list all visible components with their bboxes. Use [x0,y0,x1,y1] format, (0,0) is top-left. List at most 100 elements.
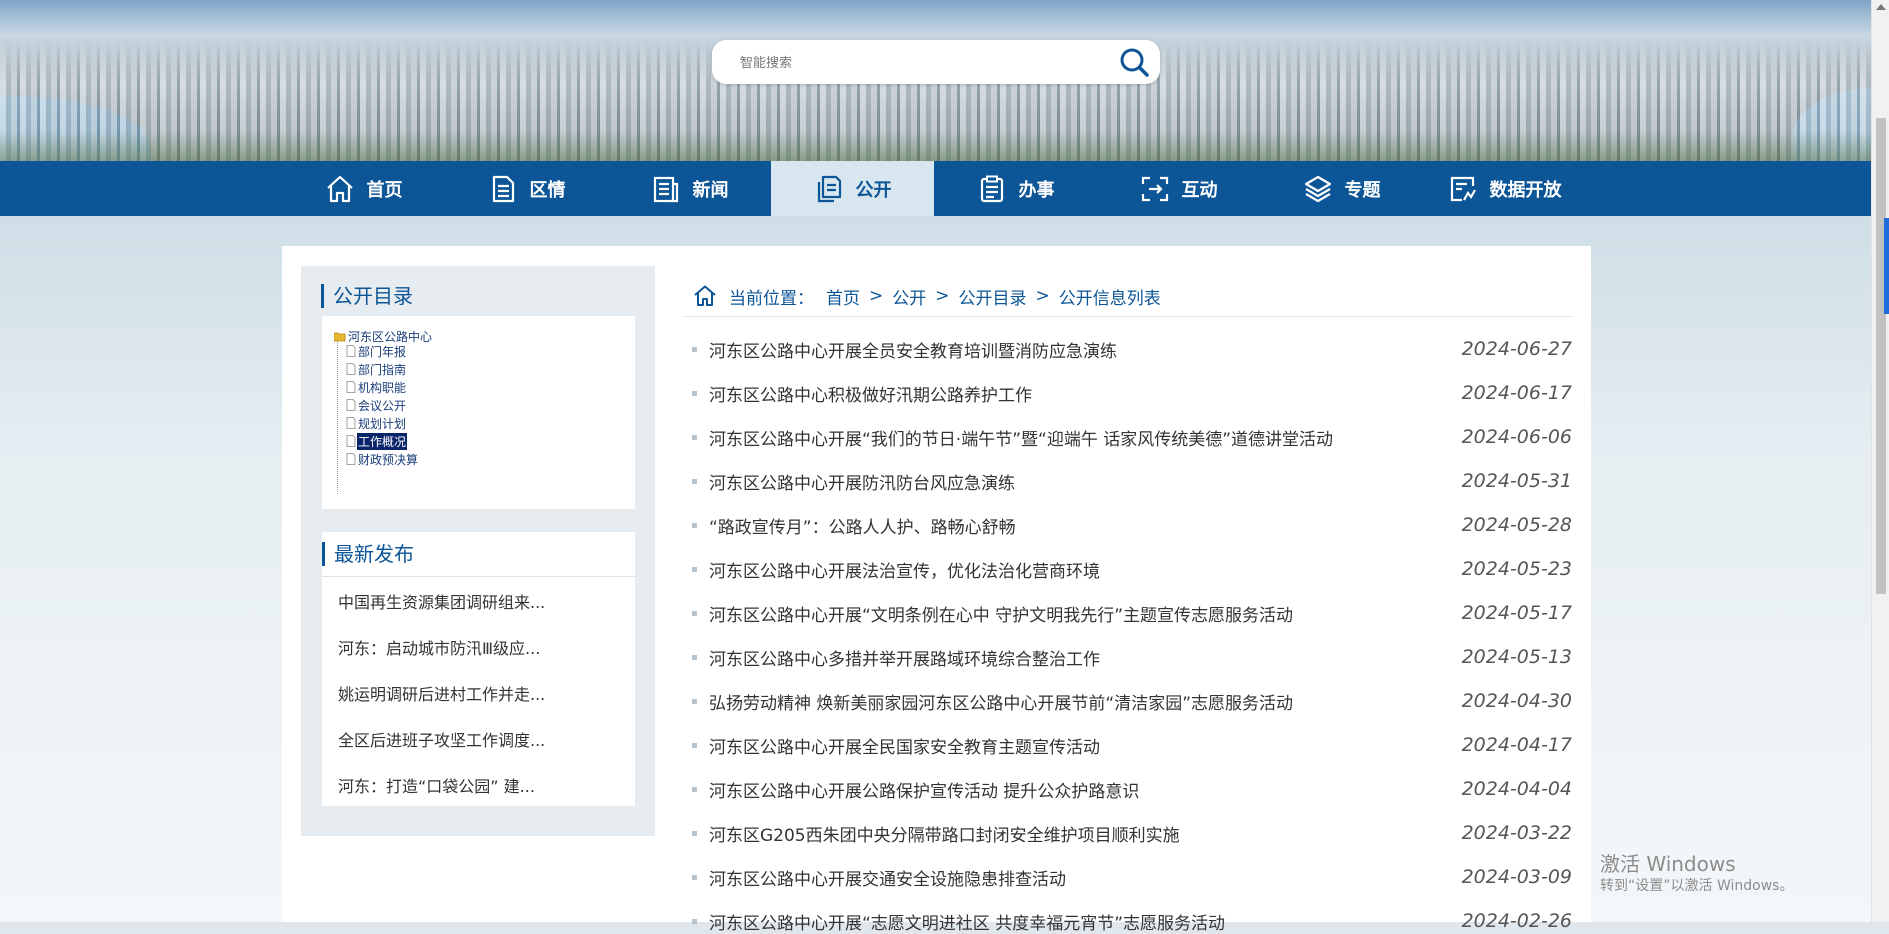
article-title[interactable]: 河东区公路中心开展法治宣传，优化法治化营商环境 [709,557,1462,582]
article-row: 河东区公路中心开展“我们的节日·端午节”暨“迎端午 话家风传统美德”道德讲堂活动… [692,425,1572,450]
document-icon [346,381,356,393]
nav-item-services[interactable]: 办事 [934,161,1097,216]
search-input[interactable] [738,48,1102,78]
article-date: 2024-06-06 [1461,426,1572,448]
article-row: 河东区公路中心积极做好汛期公路养护工作 2024-06-17 [692,381,1572,406]
nav-label: 新闻 [692,179,729,201]
bullet [692,478,697,484]
article-title[interactable]: 河东区公路中心积极做好汛期公路养护工作 [709,381,1462,406]
edge-tab[interactable] [1884,218,1889,314]
nav-item-news[interactable]: 新闻 [608,161,771,216]
bullet [692,346,697,352]
article-title[interactable]: “路政宣传月”：公路人人护、路畅心舒畅 [709,513,1462,538]
latest-item[interactable]: 全区后进班子攻坚工作调度... [338,727,545,751]
breadcrumb-catalog[interactable]: 公开目录 [959,284,1027,309]
document-icon [346,345,356,357]
article-row: 河东区公路中心开展全员安全教育培训暨消防应急演练 2024-06-27 [692,337,1572,362]
nav-item-open-data[interactable]: 数据开放 [1423,161,1586,216]
header-banner [0,0,1871,161]
nav-label: 办事 [1018,179,1055,201]
bullet [692,786,697,792]
scroll-thumb[interactable] [1876,118,1886,594]
data-chart-icon [1450,176,1476,201]
bullet [692,830,697,836]
vertical-scrollbar[interactable] [1871,0,1889,922]
bullet [692,566,697,572]
article-date: 2024-05-17 [1461,602,1572,624]
bullet [692,654,697,660]
latest-title: 最新发布 [322,542,414,566]
breadcrumb-separator: > [869,286,884,306]
article-date: 2024-04-17 [1461,734,1572,756]
nav-item-open[interactable]: 公开 [771,161,934,216]
latest-item[interactable]: 中国再生资源集团调研组来... [338,589,545,613]
news-icon [653,176,678,202]
article-row: 弘扬劳动精神 焕新美丽家园河东区公路中心开展节前“清洁家园”志愿服务活动 2024… [692,689,1572,714]
layers-icon [1304,175,1331,202]
main-nav: 首页 区情 新闻 公开 办事 互动 专题 数据开放 [0,161,1871,216]
nav-item-interaction[interactable]: 互动 [1097,161,1260,216]
article-title[interactable]: 河东区公路中心开展公路保护宣传活动 提升公众护路意识 [709,777,1462,802]
article-title[interactable]: 河东区公路中心开展“我们的节日·端午节”暨“迎端午 话家风传统美德”道德讲堂活动 [709,425,1462,450]
search-bar [712,40,1160,84]
nav-label: 互动 [1181,179,1218,201]
banner-greenery [0,131,1871,161]
breadcrumb: 当前位置： 首页 > 公开 > 公开目录 > 公开信息列表 [693,284,1161,309]
article-date: 2024-04-04 [1461,778,1572,800]
article-title[interactable]: 河东区公路中心开展防汛防台风应急演练 [709,469,1462,494]
article-row: “路政宣传月”：公路人人护、路畅心舒畅 2024-05-28 [692,513,1572,538]
article-date: 2024-03-22 [1461,822,1572,844]
nav-label: 公开 [855,179,892,201]
article-title[interactable]: 河东区公路中心多措并举开展路域环境综合整治工作 [709,645,1462,670]
scroll-up-arrow-icon[interactable] [1876,4,1886,10]
search-button[interactable] [1118,46,1150,78]
breadcrumb-current[interactable]: 公开信息列表 [1059,284,1161,309]
nav-label: 数据开放 [1489,179,1562,201]
latest-item[interactable]: 河东：打造“口袋公园” 建... [338,773,535,797]
article-row: 河东区G205西朱团中央分隔带路口封闭安全维护项目顺利实施 2024-03-22 [692,821,1572,846]
article-date: 2024-06-27 [1461,338,1572,360]
clipboard-icon [980,175,1003,202]
folder-icon [334,332,346,342]
article-title[interactable]: 河东区G205西朱团中央分隔带路口封闭安全维护项目顺利实施 [709,821,1462,846]
bullet [692,434,697,440]
nav-item-district[interactable]: 区情 [445,161,608,216]
tree-item-annual-report[interactable]: 部门年报 [346,342,407,360]
windows-watermark-subtitle: 转到“设置”以激活 Windows。 [1600,878,1794,894]
breadcrumb-prefix: 当前位置： [729,288,814,309]
tree-item-meetings[interactable]: 会议公开 [346,396,407,414]
latest-header: 最新发布 [322,532,635,577]
tree-item-label: 工作概况 [357,432,408,450]
bullet [692,698,697,704]
tree-item-budget[interactable]: 财政预决算 [346,450,419,468]
article-title[interactable]: 河东区公路中心开展全员安全教育培训暨消防应急演练 [709,337,1462,362]
article-title[interactable]: 河东区公路中心开展全民国家安全教育主题宣传活动 [709,733,1462,758]
article-date: 2024-05-23 [1461,558,1572,580]
breadcrumb-open[interactable]: 公开 [892,284,926,309]
tree-item-work-overview[interactable]: 工作概况 [346,432,408,450]
breadcrumb-home[interactable]: 首页 [826,284,860,309]
article-title[interactable]: 河东区公路中心开展“文明条例在心中 守护文明我先行”主题宣传志愿服务活动 [709,601,1462,626]
document-icon [346,417,356,429]
left-sidebar: 公开目录 河东区公路中心 部门年报 部门指南 机构职能 会议公开 规划计划 工作… [301,266,655,836]
catalog-title: 公开目录 [321,284,413,308]
article-row: 河东区公路中心多措并举开展路域环境综合整治工作 2024-05-13 [692,645,1572,670]
article-date: 2024-04-30 [1461,690,1572,712]
tree-item-guide[interactable]: 部门指南 [346,360,407,378]
nav-item-home[interactable]: 首页 [282,161,445,216]
latest-item[interactable]: 河东：启动城市防汛Ⅲ级应... [338,635,540,659]
tree-item-functions[interactable]: 机构职能 [346,378,407,396]
bullet [692,522,697,528]
article-title[interactable]: 河东区公路中心开展交通安全设施隐患排查活动 [709,865,1462,890]
article-date: 2024-02-26 [1461,910,1572,932]
nav-item-topics[interactable]: 专题 [1260,161,1423,216]
article-title[interactable]: 河东区公路中心开展“志愿文明进社区 共度幸福元宵节”志愿服务活动 [709,909,1462,934]
latest-item[interactable]: 姚运明调研后进村工作并走... [338,681,545,705]
article-date: 2024-06-17 [1461,382,1572,404]
tree-item-label: 部门年报 [358,344,407,359]
tree-item-plans[interactable]: 规划计划 [346,414,407,432]
article-date: 2024-05-13 [1461,646,1572,668]
article-row: 河东区公路中心开展全民国家安全教育主题宣传活动 2024-04-17 [692,733,1572,758]
article-title[interactable]: 弘扬劳动精神 焕新美丽家园河东区公路中心开展节前“清洁家园”志愿服务活动 [709,689,1462,714]
breadcrumb-separator: > [1035,286,1050,306]
